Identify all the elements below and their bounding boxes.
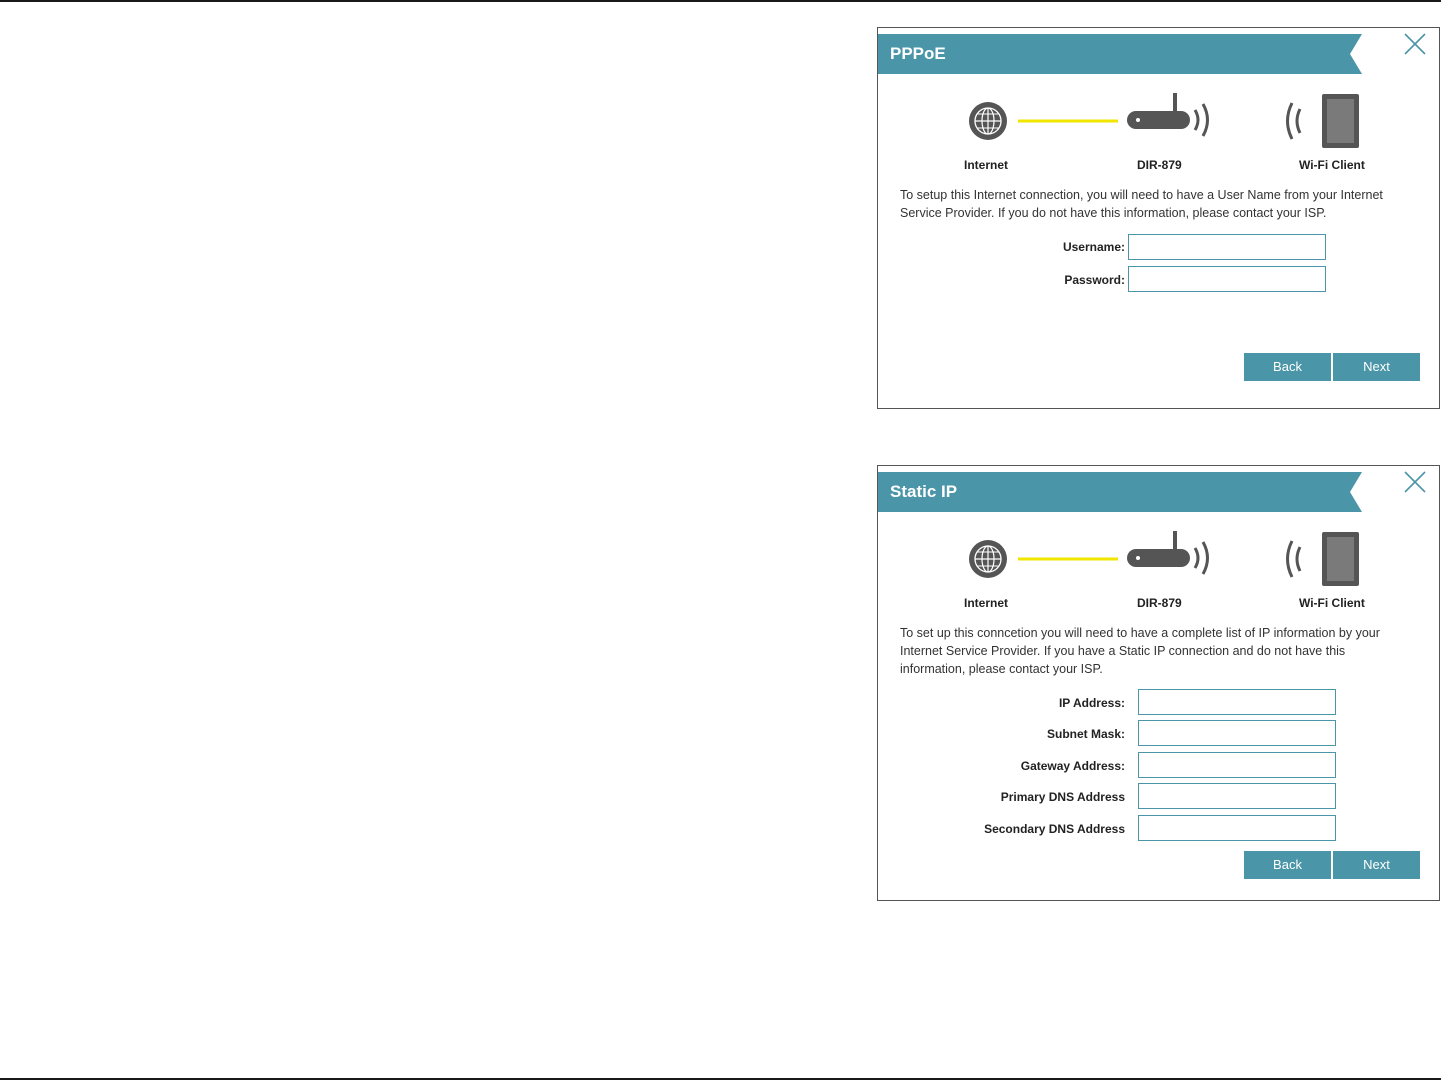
bottom-rule — [0, 1078, 1441, 1080]
primary-dns-field[interactable] — [1138, 783, 1336, 809]
wifi-signal-icon — [1286, 102, 1302, 140]
subnet-mask-field[interactable] — [1138, 720, 1336, 746]
primary-dns-label: Primary DNS Address — [1000, 790, 1125, 804]
subnet-mask-label: Subnet Mask: — [1046, 727, 1125, 741]
internet-label: Internet — [964, 158, 1009, 172]
router-icon — [1127, 531, 1209, 575]
back-button[interactable]: Back — [1244, 353, 1331, 381]
router-icon — [1127, 93, 1209, 137]
dialog-title: PPPoE — [890, 44, 946, 63]
connection-diagram: Internet DIR-879 Wi-Fi Client — [878, 90, 1439, 180]
router-label: DIR-879 — [1137, 158, 1182, 172]
phone-icon — [1322, 94, 1359, 148]
header-banner — [878, 34, 1362, 74]
username-label: Username: — [1062, 240, 1125, 254]
static-ip-dialog: Static IP Internet DIR-879 Wi-Fi Client … — [877, 465, 1440, 901]
next-button[interactable]: Next — [1333, 851, 1420, 879]
setup-description: To setup this Internet connection, you w… — [900, 188, 1383, 220]
dialog-header: PPPoE — [878, 34, 1362, 74]
globe-icon — [969, 540, 1007, 578]
wifi-signal-icon — [1286, 540, 1302, 578]
client-label: Wi-Fi Client — [1299, 596, 1365, 610]
ip-address-field[interactable] — [1138, 689, 1336, 715]
internet-label: Internet — [964, 596, 1009, 610]
gateway-address-field[interactable] — [1138, 752, 1336, 778]
secondary-dns-field[interactable] — [1138, 815, 1336, 841]
password-label: Password: — [1064, 273, 1125, 287]
connection-diagram: Internet DIR-879 Wi-Fi Client — [878, 528, 1439, 618]
dialog-title: Static IP — [890, 482, 958, 501]
ip-address-label: IP Address: — [1058, 696, 1125, 710]
password-field[interactable] — [1128, 266, 1326, 292]
top-rule — [0, 0, 1441, 2]
username-field[interactable] — [1128, 234, 1326, 260]
router-label: DIR-879 — [1137, 596, 1182, 610]
pppoe-dialog: PPPoE Internet DIR-879 Wi-Fi Client To s… — [877, 27, 1440, 409]
next-button[interactable]: Next — [1333, 353, 1420, 381]
phone-icon — [1322, 532, 1359, 586]
dialog-header: Static IP — [878, 472, 1362, 512]
close-icon[interactable] — [1403, 32, 1427, 56]
gateway-address-label: Gateway Address: — [1020, 759, 1125, 773]
close-icon[interactable] — [1403, 470, 1427, 494]
back-button[interactable]: Back — [1244, 851, 1331, 879]
secondary-dns-label: Secondary DNS Address — [984, 822, 1125, 836]
setup-description: To set up this conncetion you will need … — [900, 626, 1380, 676]
globe-icon — [969, 102, 1007, 140]
client-label: Wi-Fi Client — [1299, 158, 1365, 172]
